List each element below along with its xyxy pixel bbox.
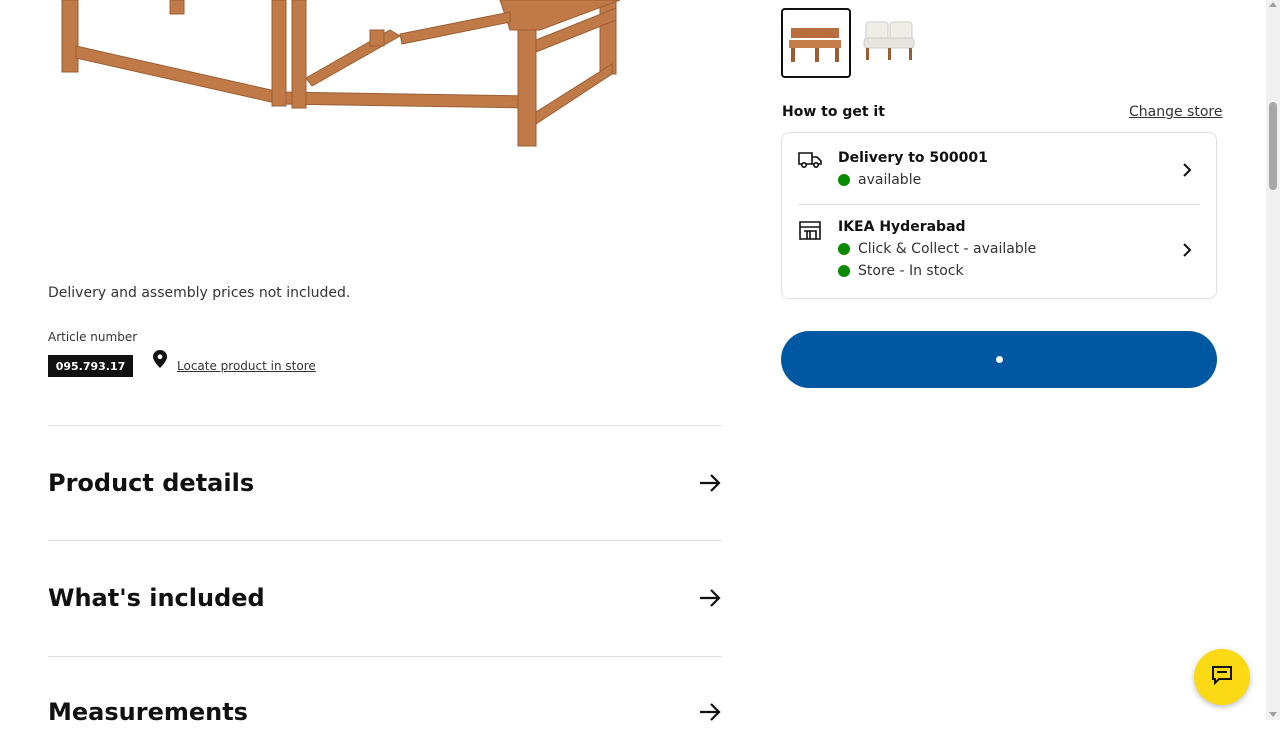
store-stock-text: Store - In stock xyxy=(858,263,964,279)
divider xyxy=(48,656,722,657)
delivery-status: available xyxy=(838,172,921,188)
arrow-right-icon xyxy=(698,471,722,495)
section-title: Measurements xyxy=(48,698,248,726)
add-to-bag-button[interactable] xyxy=(781,331,1217,388)
chat-button[interactable] xyxy=(1194,649,1250,705)
measurements-section[interactable]: Measurements xyxy=(48,682,722,742)
variant-swatch-cushion[interactable] xyxy=(856,8,926,78)
divider xyxy=(798,204,1200,205)
status-dot xyxy=(838,174,850,186)
status-dot xyxy=(838,265,850,277)
store-stock-status: Store - In stock xyxy=(838,263,964,279)
status-dot xyxy=(838,243,850,255)
loading-indicator xyxy=(995,356,1003,363)
product-details-section[interactable]: Product details xyxy=(48,453,722,513)
section-title: Product details xyxy=(48,469,255,497)
divider xyxy=(48,540,722,541)
store-title: IKEA Hyderabad xyxy=(838,219,966,235)
chat-icon xyxy=(1211,665,1233,689)
article-number-badge: 095.793.17 xyxy=(48,355,133,377)
arrow-right-icon xyxy=(698,586,722,610)
delivery-assembly-note: Delivery and assembly prices not include… xyxy=(48,285,351,301)
locate-product-link[interactable]: Locate product in store xyxy=(177,359,316,373)
arrow-right-icon xyxy=(698,700,722,724)
whats-included-section[interactable]: What's included xyxy=(48,568,722,628)
delivery-status-text: available xyxy=(858,172,922,188)
scroll-down-icon[interactable] xyxy=(1269,712,1277,717)
click-collect-text: Click & Collect - available xyxy=(858,241,1037,257)
scroll-up-icon[interactable] xyxy=(1269,2,1277,7)
variant-swatch-wood[interactable] xyxy=(781,8,851,78)
change-store-link[interactable]: Change store xyxy=(1129,104,1222,120)
article-number-label: Article number xyxy=(48,330,138,344)
product-image xyxy=(40,0,640,160)
section-title: What's included xyxy=(48,584,265,612)
scrollbar-thumb[interactable] xyxy=(1269,102,1277,190)
chevron-right-icon xyxy=(1182,162,1192,182)
how-to-get-it-heading: How to get it xyxy=(782,104,885,120)
location-pin-icon xyxy=(153,350,169,368)
delivery-title: Delivery to 500001 xyxy=(838,150,988,166)
chevron-right-icon xyxy=(1182,242,1192,262)
click-collect-status: Click & Collect - available xyxy=(838,241,1036,257)
divider xyxy=(48,425,722,426)
